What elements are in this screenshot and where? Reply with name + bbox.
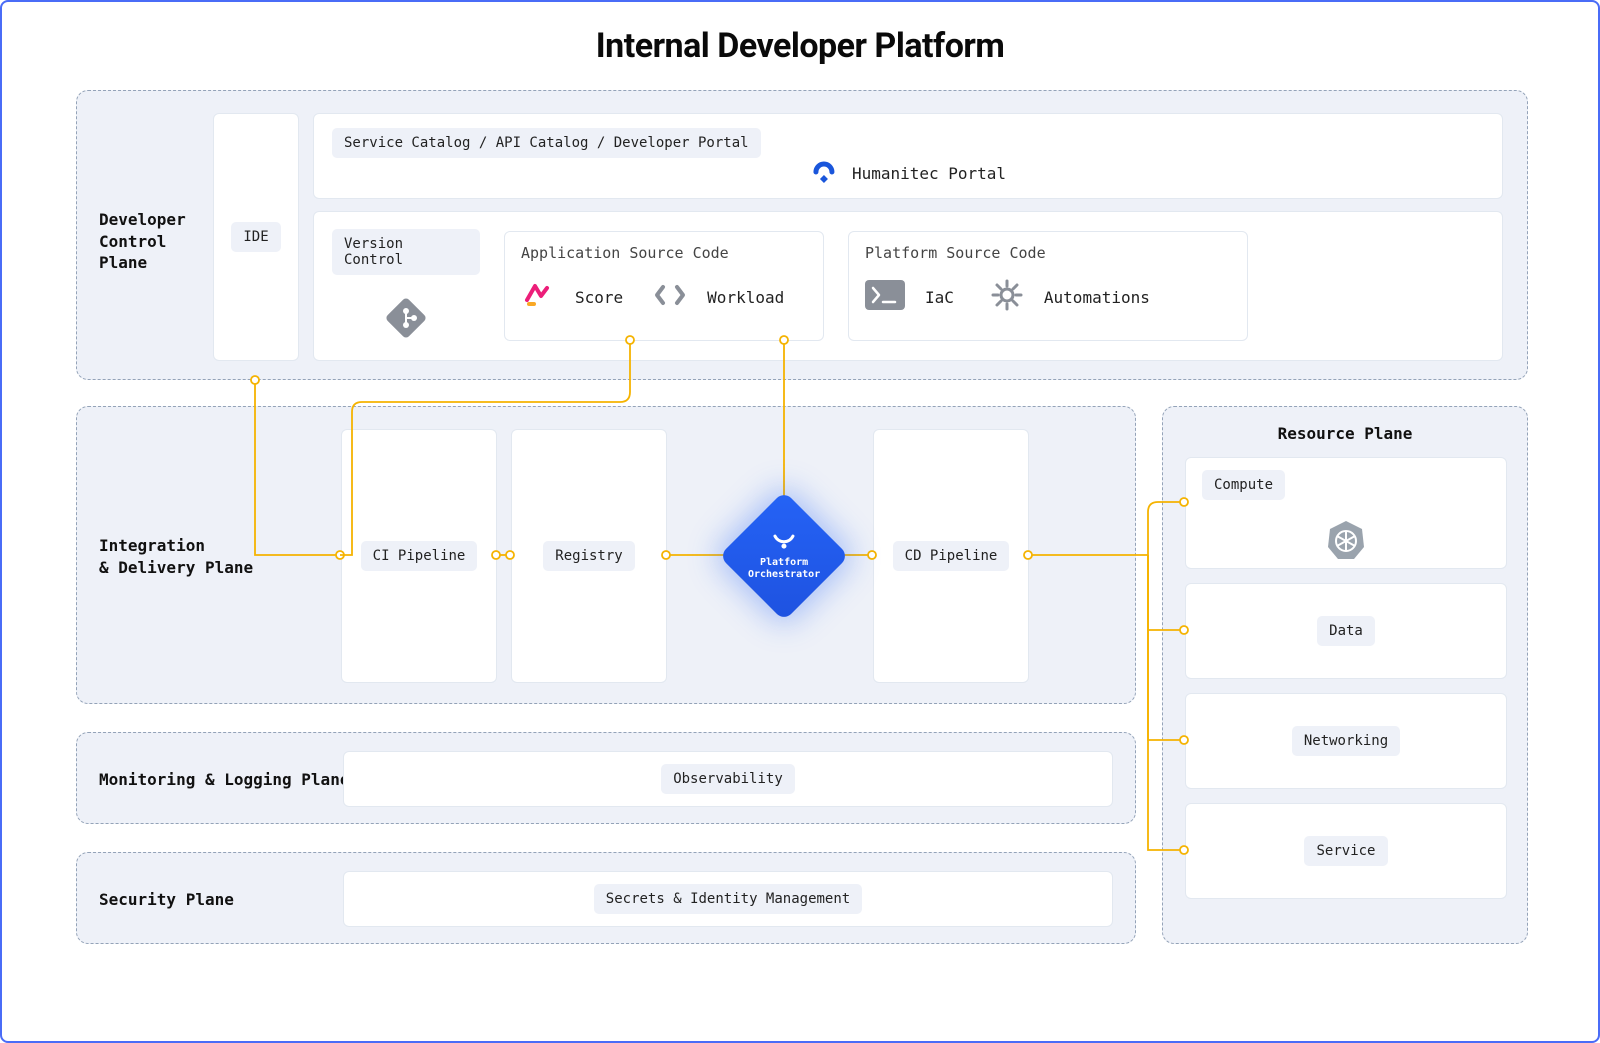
gear-icon	[990, 278, 1024, 316]
data-pill: Data	[1317, 616, 1375, 646]
networking-pill: Networking	[1292, 726, 1400, 756]
registry-card: Registry	[511, 429, 667, 683]
git-icon	[385, 324, 427, 343]
ide-pill: IDE	[231, 222, 280, 252]
compute-card: Compute	[1185, 457, 1507, 569]
portal-name: Humanitec Portal	[852, 164, 1006, 183]
developer-control-plane: Developer Control Plane IDE Service Cata…	[76, 90, 1528, 380]
cd-pipeline-card: CD Pipeline	[873, 429, 1029, 683]
smile-icon	[748, 531, 820, 555]
code-brackets-icon	[653, 283, 687, 311]
plane-label-integration: Integration & Delivery Plane	[99, 535, 253, 578]
orchestrator-label: Platform Orchestrator	[748, 557, 820, 581]
compute-pill: Compute	[1202, 470, 1285, 500]
service-card: Service	[1185, 803, 1507, 899]
workload-label: Workload	[707, 288, 784, 307]
resource-plane: Resource Plane Compute	[1162, 406, 1528, 944]
page-title: Internal Developer Platform	[30, 26, 1570, 66]
plane-label-developer: Developer Control Plane	[99, 209, 186, 274]
plane-label-resource: Resource Plane	[1163, 423, 1527, 445]
terminal-icon	[865, 280, 905, 314]
data-card: Data	[1185, 583, 1507, 679]
score-label: Score	[575, 288, 623, 307]
version-control-pill: Version Control	[332, 229, 480, 275]
automations-label: Automations	[1044, 288, 1150, 307]
networking-card: Networking	[1185, 693, 1507, 789]
ci-pipeline-card: CI Pipeline	[341, 429, 497, 683]
service-pill: Service	[1304, 836, 1387, 866]
security-plane: Security Plane Secrets & Identity Manage…	[76, 852, 1136, 944]
registry-pill: Registry	[543, 541, 634, 571]
kubernetes-icon	[1324, 546, 1368, 565]
platform-source-card: Platform Source Code IaC	[848, 231, 1248, 341]
catalog-card: Service Catalog / API Catalog / Develope…	[313, 113, 1503, 199]
plane-label-monitoring: Monitoring & Logging Plane	[99, 769, 349, 791]
platform-source-title: Platform Source Code	[865, 244, 1231, 262]
score-icon	[521, 278, 555, 316]
ide-card: IDE	[213, 113, 299, 361]
app-source-title: Application Source Code	[521, 244, 807, 262]
plane-label-security: Security Plane	[99, 889, 234, 911]
cd-pipeline-pill: CD Pipeline	[893, 541, 1010, 571]
ci-pipeline-pill: CI Pipeline	[361, 541, 478, 571]
humanitec-logo-icon	[810, 158, 838, 190]
version-source-card: Version Control	[313, 211, 1503, 361]
diagram-canvas: Internal Developer Platform Developer Co…	[0, 0, 1600, 1043]
platform-orchestrator: Platform Orchestrator	[724, 496, 844, 616]
observability-card: Observability	[343, 751, 1113, 807]
integration-delivery-plane: Integration & Delivery Plane CI Pipeline…	[76, 406, 1136, 704]
iac-label: IaC	[925, 288, 954, 307]
monitoring-logging-plane: Monitoring & Logging Plane Observability	[76, 732, 1136, 824]
secrets-pill: Secrets & Identity Management	[594, 884, 862, 914]
catalog-header-pill: Service Catalog / API Catalog / Develope…	[332, 128, 761, 158]
observability-pill: Observability	[661, 764, 795, 794]
app-source-card: Application Source Code Score	[504, 231, 824, 341]
secrets-card: Secrets & Identity Management	[343, 871, 1113, 927]
